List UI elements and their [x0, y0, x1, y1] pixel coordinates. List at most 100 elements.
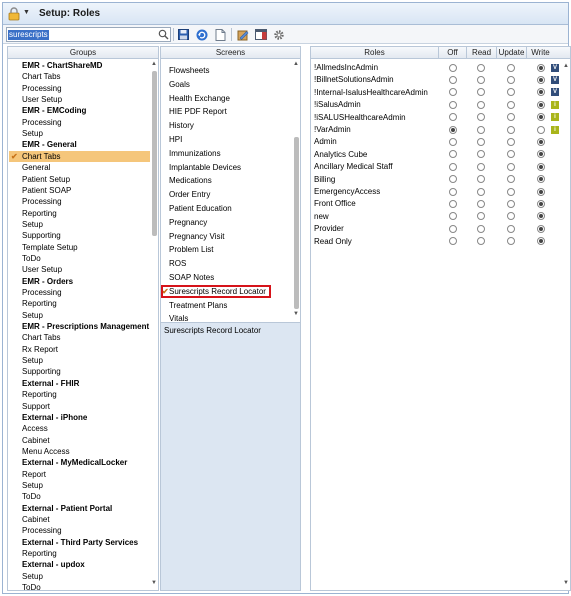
role-off-radio[interactable] [449, 125, 457, 134]
role-off-radio[interactable] [449, 237, 457, 246]
screen-item[interactable]: Order Entry [169, 189, 210, 200]
role-off-radio[interactable] [449, 137, 457, 146]
role-off-radio[interactable] [449, 212, 457, 221]
save-button[interactable] [175, 27, 191, 42]
role-read-radio[interactable] [477, 199, 485, 208]
refresh-button[interactable] [193, 27, 209, 42]
screen-item[interactable]: ROS [169, 258, 186, 269]
group-item[interactable]: Reporting [22, 548, 57, 559]
chevron-down-icon[interactable]: ▼ [23, 9, 30, 16]
role-update-radio[interactable] [507, 113, 515, 122]
group-item[interactable]: Setup [22, 571, 43, 582]
screen-item[interactable]: Health Exchange [169, 93, 230, 104]
role-write-radio[interactable] [537, 75, 545, 84]
scroll-up-icon[interactable]: ▲ [151, 61, 157, 67]
role-read-radio[interactable] [477, 150, 485, 159]
group-item[interactable]: User Setup [22, 264, 62, 275]
group-item[interactable]: Processing [22, 287, 62, 298]
role-update-radio[interactable] [507, 137, 515, 146]
screen-item[interactable]: Pregnancy [169, 217, 207, 228]
role-write-radio[interactable] [537, 175, 545, 184]
role-off-radio[interactable] [449, 224, 457, 233]
group-item[interactable]: Setup [22, 128, 43, 139]
screen-item[interactable]: Pregnancy Visit [169, 231, 224, 242]
role-off-radio[interactable] [449, 162, 457, 171]
role-off-radio[interactable] [449, 100, 457, 109]
role-read-radio[interactable] [477, 113, 485, 122]
screen-item[interactable]: Surescripts Record Locator [169, 286, 266, 297]
role-write-radio[interactable] [537, 224, 545, 233]
screens-scroll-thumb[interactable] [294, 137, 299, 309]
group-item[interactable]: User Setup [22, 94, 62, 105]
search-icon[interactable] [158, 29, 169, 40]
role-update-radio[interactable] [507, 75, 515, 84]
group-item[interactable]: Chart Tabs [22, 332, 61, 343]
group-item[interactable]: Rx Report [22, 344, 58, 355]
group-item[interactable]: Supporting [22, 230, 61, 241]
screen-item[interactable]: Treatment Plans [169, 300, 227, 311]
role-read-radio[interactable] [477, 212, 485, 221]
role-update-radio[interactable] [507, 187, 515, 196]
new-document-button[interactable] [212, 27, 228, 42]
roles-scrollbar[interactable]: ▲ ▼ [562, 59, 570, 590]
group-item[interactable]: Setup [22, 219, 43, 230]
screen-item[interactable]: Patient Education [169, 203, 232, 214]
role-write-radio[interactable] [537, 237, 545, 246]
role-update-radio[interactable] [507, 212, 515, 221]
screen-item[interactable]: HPI [169, 134, 182, 145]
lock-icon[interactable] [7, 7, 21, 21]
group-item[interactable]: Patient SOAP [22, 185, 71, 196]
role-update-radio[interactable] [507, 162, 515, 171]
group-item[interactable]: Report [22, 469, 46, 480]
group-item[interactable]: Cabinet [22, 514, 50, 525]
role-read-radio[interactable] [477, 175, 485, 184]
group-item[interactable]: Chart Tabs [22, 151, 61, 162]
groups-scrollbar[interactable]: ▲ ▼ [150, 59, 158, 590]
role-write-radio[interactable] [537, 150, 545, 159]
group-item[interactable]: General [22, 162, 50, 173]
search-input-value[interactable]: surescripts [8, 30, 49, 40]
group-item[interactable]: Reporting [22, 208, 57, 219]
group-item[interactable]: Reporting [22, 298, 57, 309]
group-item[interactable]: ToDo [22, 582, 41, 590]
role-update-radio[interactable] [507, 63, 515, 72]
role-write-radio[interactable] [537, 187, 545, 196]
group-item[interactable]: Cabinet [22, 435, 50, 446]
panel-button[interactable] [252, 27, 268, 42]
scroll-down-icon[interactable]: ▼ [563, 580, 569, 586]
role-read-radio[interactable] [477, 75, 485, 84]
role-off-radio[interactable] [449, 63, 457, 72]
group-item[interactable]: Processing [22, 525, 62, 536]
role-read-radio[interactable] [477, 187, 485, 196]
role-off-radio[interactable] [449, 75, 457, 84]
role-write-radio[interactable] [537, 137, 545, 146]
scroll-up-icon[interactable]: ▲ [563, 63, 569, 69]
screen-item[interactable]: Immunizations [169, 148, 221, 159]
role-off-radio[interactable] [449, 199, 457, 208]
role-write-radio[interactable] [537, 212, 545, 221]
screen-item[interactable]: Medications [169, 175, 212, 186]
group-item[interactable]: Supporting [22, 366, 61, 377]
group-item[interactable]: ToDo [22, 491, 41, 502]
role-off-radio[interactable] [449, 175, 457, 184]
group-item[interactable]: Processing [22, 83, 62, 94]
screen-item[interactable]: Goals [169, 79, 190, 90]
role-read-radio[interactable] [477, 125, 485, 134]
edit-button[interactable] [234, 27, 250, 42]
group-item[interactable]: Menu Access [22, 446, 70, 457]
role-read-radio[interactable] [477, 100, 485, 109]
role-off-radio[interactable] [449, 88, 457, 97]
role-off-radio[interactable] [449, 113, 457, 122]
role-off-radio[interactable] [449, 150, 457, 159]
group-item[interactable]: ToDo [22, 253, 41, 264]
role-write-radio[interactable] [537, 88, 545, 97]
settings-button[interactable] [270, 27, 286, 42]
role-off-radio[interactable] [449, 187, 457, 196]
role-write-radio[interactable] [537, 63, 545, 72]
screen-item[interactable]: Implantable Devices [169, 162, 241, 173]
group-item[interactable]: Template Setup [22, 242, 78, 253]
role-update-radio[interactable] [507, 88, 515, 97]
role-write-radio[interactable] [537, 125, 545, 134]
group-item[interactable]: Setup [22, 355, 43, 366]
screens-scrollbar[interactable]: ▲ ▼ [292, 59, 300, 317]
